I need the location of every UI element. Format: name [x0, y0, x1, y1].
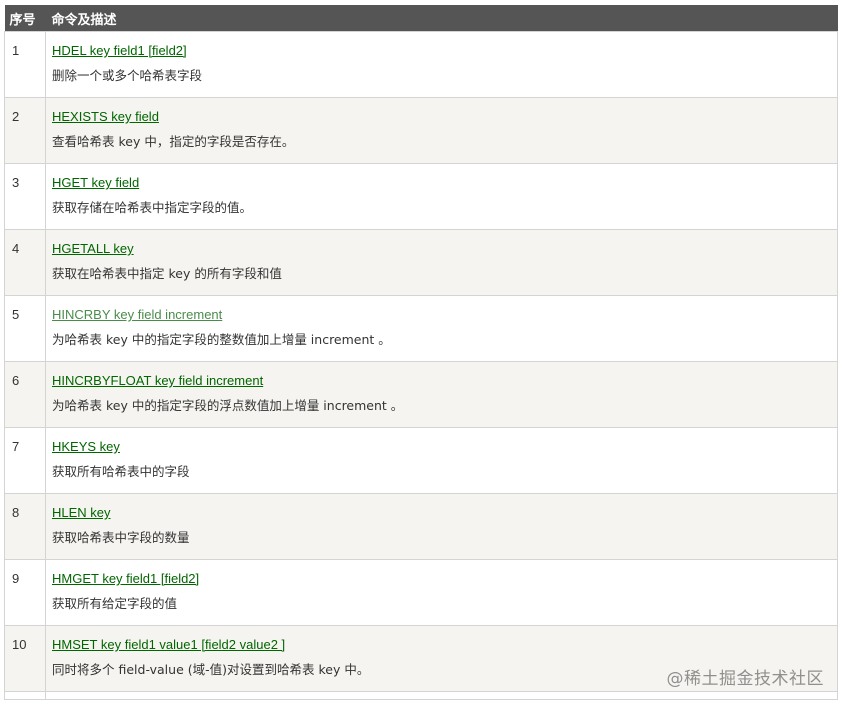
table-row: 3 HGET key field 获取存储在哈希表中指定字段的值。 [4, 163, 838, 230]
table-row: 1 HDEL key field1 [field2] 删除一个或多个哈希表字段 [4, 31, 838, 98]
command-link-hmget[interactable]: HMGET key field1 [field2] [52, 571, 199, 587]
command-cell: HINCRBY key field increment 为哈希表 key 中的指… [45, 295, 838, 362]
table-row: 7 HKEYS key 获取所有哈希表中的字段 [4, 427, 838, 494]
command-link-hincrbyfloat[interactable]: HINCRBYFLOAT key field increment [52, 373, 263, 389]
command-cell-empty [45, 691, 838, 700]
command-link-hget[interactable]: HGET key field [52, 175, 139, 191]
table-row: 6 HINCRBYFLOAT key field increment 为哈希表 … [4, 361, 838, 428]
row-number: 6 [4, 361, 46, 428]
command-cell: HLEN key 获取哈希表中字段的数量 [45, 493, 838, 560]
row-number: 10 [4, 625, 46, 692]
table-row: 2 HEXISTS key field 查看哈希表 key 中，指定的字段是否存… [4, 97, 838, 164]
command-description: 获取所有给定字段的值 [52, 596, 178, 611]
command-cell: HEXISTS key field 查看哈希表 key 中，指定的字段是否存在。 [45, 97, 838, 164]
row-number: 8 [4, 493, 46, 560]
row-number: 7 [4, 427, 46, 494]
row-number: 9 [4, 559, 46, 626]
table-header-row: 序号 命令及描述 [4, 5, 838, 32]
command-description: 获取在哈希表中指定 key 的所有字段和值 [52, 266, 282, 281]
row-number: 4 [4, 229, 46, 296]
column-header-number: 序号 [4, 5, 46, 32]
command-description: 为哈希表 key 中的指定字段的整数值加上增量 increment 。 [52, 332, 391, 347]
command-link-hgetall[interactable]: HGETALL key [52, 241, 134, 257]
command-link-hlen[interactable]: HLEN key [52, 505, 111, 521]
command-cell: HGET key field 获取存储在哈希表中指定字段的值。 [45, 163, 838, 230]
command-cell: HMGET key field1 [field2] 获取所有给定字段的值 [45, 559, 838, 626]
row-number: 2 [4, 97, 46, 164]
command-link-hmset[interactable]: HMSET key field1 value1 [field2 value2 ] [52, 637, 285, 653]
command-link-hdel[interactable]: HDEL key field1 [field2] [52, 43, 187, 59]
table-row: 9 HMGET key field1 [field2] 获取所有给定字段的值 [4, 559, 838, 626]
command-description: 获取所有哈希表中的字段 [52, 464, 190, 479]
table-row: 8 HLEN key 获取哈希表中字段的数量 [4, 493, 838, 560]
row-number-empty [4, 691, 46, 700]
command-description: 删除一个或多个哈希表字段 [52, 68, 203, 83]
row-number: 3 [4, 163, 46, 230]
command-link-hincrby[interactable]: HINCRBY key field increment [52, 307, 222, 323]
table-row: 4 HGETALL key 获取在哈希表中指定 key 的所有字段和值 [4, 229, 838, 296]
command-link-hexists[interactable]: HEXISTS key field [52, 109, 159, 125]
command-description: 获取存储在哈希表中指定字段的值。 [52, 200, 253, 215]
command-description: 查看哈希表 key 中，指定的字段是否存在。 [52, 134, 295, 149]
table-row-partial [4, 691, 838, 700]
watermark: @稀土掘金技术社区 [666, 669, 824, 689]
command-cell: HGETALL key 获取在哈希表中指定 key 的所有字段和值 [45, 229, 838, 296]
command-cell: HKEYS key 获取所有哈希表中的字段 [45, 427, 838, 494]
command-cell: HDEL key field1 [field2] 删除一个或多个哈希表字段 [45, 31, 838, 98]
command-cell: HINCRBYFLOAT key field increment 为哈希表 ke… [45, 361, 838, 428]
row-number: 1 [4, 31, 46, 98]
column-header-command: 命令及描述 [45, 5, 838, 32]
row-number: 5 [4, 295, 46, 362]
table-row: 5 HINCRBY key field increment 为哈希表 key 中… [4, 295, 838, 362]
command-description: 为哈希表 key 中的指定字段的浮点数值加上增量 increment 。 [52, 398, 404, 413]
commands-table: 序号 命令及描述 1 HDEL key field1 [field2] 删除一个… [4, 5, 838, 700]
command-link-hkeys[interactable]: HKEYS key [52, 439, 120, 455]
command-description: 获取哈希表中字段的数量 [52, 530, 190, 545]
